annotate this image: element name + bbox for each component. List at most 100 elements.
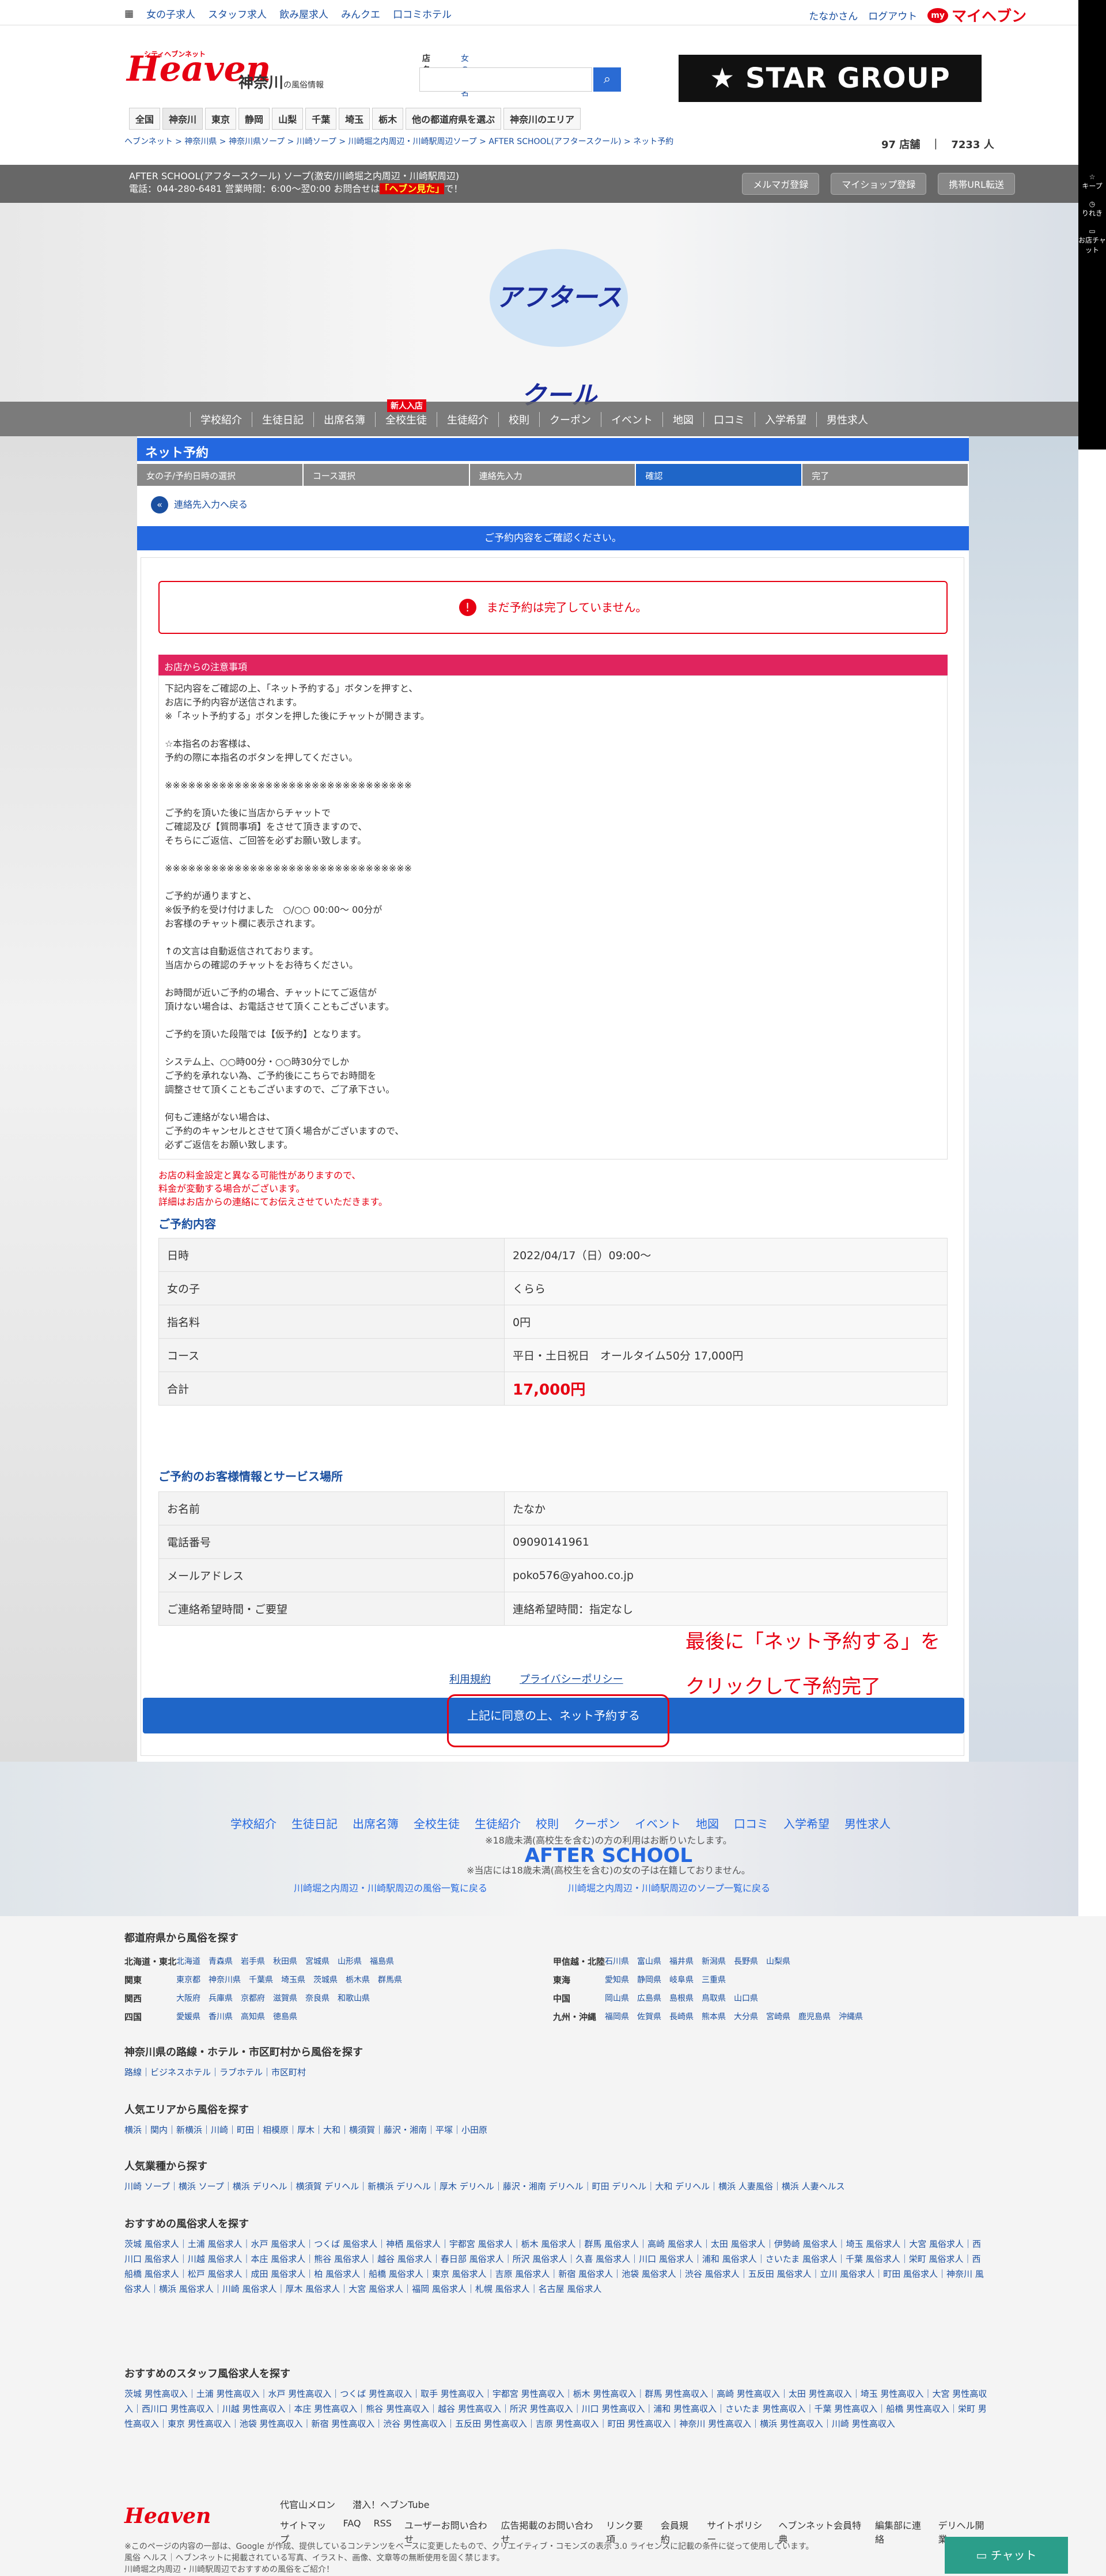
back-link[interactable]: «連絡先入力へ戻る — [151, 496, 248, 513]
chat-icon[interactable]: ▭ お店チャット — [1078, 227, 1106, 255]
area-tab[interactable]: 他の都道府県を選ぶ — [406, 108, 502, 130]
pref-link[interactable]: 石川県 — [605, 1955, 629, 1967]
melon-link[interactable]: 代官山メロン — [280, 2497, 335, 2511]
breadcrumb[interactable]: ヘブンネット > 神奈川県 > 神奈川県ソープ > 川崎ソープ > 川崎堀之内周… — [124, 135, 673, 147]
pref-link[interactable]: 群馬県 — [378, 1974, 402, 1985]
nav-item[interactable]: 生徒紹介 — [437, 412, 498, 427]
area-tab[interactable]: 埼玉 — [339, 108, 370, 130]
footer-links[interactable]: 川崎 ソープ｜横浜 ソープ｜横浜 デリヘル｜横須賀 デリヘル｜新横浜 デリヘル｜… — [124, 2179, 988, 2194]
pref-link[interactable]: 奈良県 — [305, 1992, 329, 2004]
area-tab[interactable]: 全国 — [129, 108, 161, 130]
area-tab[interactable]: 神奈川のエリア — [503, 108, 581, 130]
pref-link[interactable]: 富山県 — [637, 1955, 661, 1967]
pref-link[interactable]: 山梨県 — [766, 1955, 790, 1967]
pref-link[interactable]: 東京都 — [176, 1974, 200, 1985]
pref-link[interactable]: 岐阜県 — [669, 1974, 694, 1985]
pref-link[interactable]: 千葉県 — [249, 1974, 273, 1985]
area-tab[interactable]: 東京 — [205, 108, 237, 130]
foot-nav-item[interactable]: 男性求人 — [844, 1815, 891, 1831]
pref-link[interactable]: 宮崎県 — [766, 2011, 790, 2022]
pref-link[interactable]: 新潟県 — [702, 1955, 726, 1967]
foot-nav-item[interactable]: 入学希望 — [783, 1815, 830, 1831]
top-link-2[interactable]: 飲み屋求人 — [279, 6, 328, 21]
back-to-area-link[interactable]: 川崎堀之内周辺・川崎駅周辺の風俗一覧に戻る — [294, 1880, 487, 1894]
foot-nav-item[interactable]: 校則 — [536, 1815, 559, 1831]
search-input[interactable] — [419, 67, 592, 92]
nav-item[interactable]: 校則 — [498, 412, 539, 427]
history-icon[interactable]: ◷ りれき — [1078, 200, 1106, 218]
myheaven-button[interactable]: my マイヘブン — [927, 5, 1027, 26]
pref-link[interactable]: 岡山県 — [605, 1992, 629, 2004]
pref-link[interactable]: 山口県 — [734, 1992, 758, 2004]
pref-link[interactable]: 長野県 — [734, 1955, 758, 1967]
area-tab[interactable]: 栃木 — [372, 108, 404, 130]
nav-item[interactable]: クーポン — [539, 412, 601, 427]
top-link-1[interactable]: スタッフ求人 — [208, 6, 267, 21]
chat-button[interactable]: ▭ チャット — [945, 2537, 1068, 2574]
pref-link[interactable]: 鳥取県 — [702, 1992, 726, 2004]
back-to-soap-link[interactable]: 川崎堀之内周辺・川崎駅周辺のソープ一覧に戻る — [568, 1880, 770, 1894]
foot-nav-item[interactable]: クーポン — [574, 1815, 620, 1831]
top-link-4[interactable]: 口コミホテル — [393, 6, 452, 21]
pref-link[interactable]: 大分県 — [734, 2011, 758, 2022]
pref-link[interactable]: 広島県 — [637, 1992, 661, 2004]
footer-links[interactable]: 茨城 男性高収入｜土浦 男性高収入｜水戸 男性高収入｜つくば 男性高収入｜取手 … — [124, 2386, 988, 2431]
pref-link[interactable]: 鹿児島県 — [798, 2011, 831, 2022]
tube-link[interactable]: 潜入！ヘブンTube — [353, 2497, 430, 2511]
nav-item[interactable]: 入学希望 — [755, 412, 816, 427]
area-tab[interactable]: 静岡 — [238, 108, 270, 130]
pref-link[interactable]: 愛知県 — [605, 1974, 629, 1985]
footer-nav-link[interactable]: 編集部に連絡 — [875, 2518, 926, 2545]
nav-item[interactable]: 新人入店 全校生徒 — [375, 399, 437, 427]
nav-item[interactable]: 学校紹介 — [190, 412, 252, 427]
pref-link[interactable]: 岩手県 — [241, 1955, 265, 1967]
pref-link[interactable]: 福岡県 — [605, 2011, 629, 2022]
area-tab[interactable]: 神奈川 — [162, 108, 203, 130]
foot-nav-item[interactable]: 生徒日記 — [291, 1815, 338, 1831]
footer-logo[interactable]: Heaven — [124, 2504, 211, 2528]
footer-links[interactable]: 横浜｜関内｜新横浜｜川崎｜町田｜相模原｜厚木｜大和｜横須賀｜藤沢・湘南｜平塚｜小… — [124, 2122, 988, 2137]
top-link-3[interactable]: みんクエ — [341, 6, 380, 21]
foot-nav-item[interactable]: 地図 — [696, 1815, 719, 1831]
foot-nav-item[interactable]: 出席名簿 — [353, 1815, 399, 1831]
pref-link[interactable]: 徳島県 — [273, 2011, 297, 2022]
pref-link[interactable]: 静岡県 — [637, 1974, 661, 1985]
pref-link[interactable]: 和歌山県 — [338, 1992, 370, 2004]
pref-link[interactable]: 宮城県 — [305, 1955, 329, 1967]
terms-link[interactable]: 利用規約 — [449, 1671, 491, 1686]
pref-link[interactable]: 大阪府 — [176, 1992, 200, 2004]
foot-nav-item[interactable]: 口コミ — [734, 1815, 768, 1831]
pref-link[interactable]: 兵庫県 — [209, 1992, 233, 2004]
heaven-logo[interactable]: シティヘブンネット Heaven — [127, 49, 271, 101]
foot-nav-item[interactable]: 全校生徒 — [414, 1815, 460, 1831]
pref-link[interactable]: 茨城県 — [313, 1974, 338, 1985]
logout-link[interactable]: ログアウト — [868, 8, 917, 22]
nav-item[interactable]: 男性求人 — [816, 412, 878, 427]
pref-link[interactable]: 埼玉県 — [281, 1974, 305, 1985]
foot-nav-item[interactable]: 学校紹介 — [230, 1815, 276, 1831]
privacy-link[interactable]: プライバシーポリシー — [520, 1671, 623, 1686]
pref-link[interactable]: 長崎県 — [669, 2011, 694, 2022]
pref-link[interactable]: 栃木県 — [346, 1974, 370, 1985]
pref-link[interactable]: 山形県 — [338, 1955, 362, 1967]
footer-links[interactable]: 茨城 風俗求人｜土浦 風俗求人｜水戸 風俗求人｜つくば 風俗求人｜神栖 風俗求人… — [124, 2237, 988, 2297]
foot-nav-item[interactable]: イベント — [635, 1815, 681, 1831]
nav-item[interactable]: 生徒日記 — [252, 412, 313, 427]
pref-link[interactable]: 青森県 — [209, 1955, 233, 1967]
pref-link[interactable]: 神奈川県 — [209, 1974, 241, 1985]
nav-item[interactable]: 口コミ — [703, 412, 755, 427]
pref-link[interactable]: 福島県 — [370, 1955, 394, 1967]
pref-link[interactable]: 愛媛県 — [176, 2011, 200, 2022]
search-button[interactable]: ⌕ — [593, 67, 621, 92]
pref-link[interactable]: 沖縄県 — [839, 2011, 863, 2022]
foot-nav-item[interactable]: 生徒紹介 — [475, 1815, 521, 1831]
pref-link[interactable]: 三重県 — [702, 1974, 726, 1985]
pref-link[interactable]: 佐賀県 — [637, 2011, 661, 2022]
top-link-0[interactable]: 女の子求人 — [146, 6, 195, 21]
area-tab[interactable]: 山梨 — [272, 108, 304, 130]
pref-link[interactable]: 秋田県 — [273, 1955, 297, 1967]
shop-logo[interactable]: アフタースクール — [490, 249, 628, 410]
pref-link[interactable]: 熊本県 — [702, 2011, 726, 2022]
pref-link[interactable]: 島根県 — [669, 1992, 694, 2004]
area-tab[interactable]: 千葉 — [305, 108, 337, 130]
